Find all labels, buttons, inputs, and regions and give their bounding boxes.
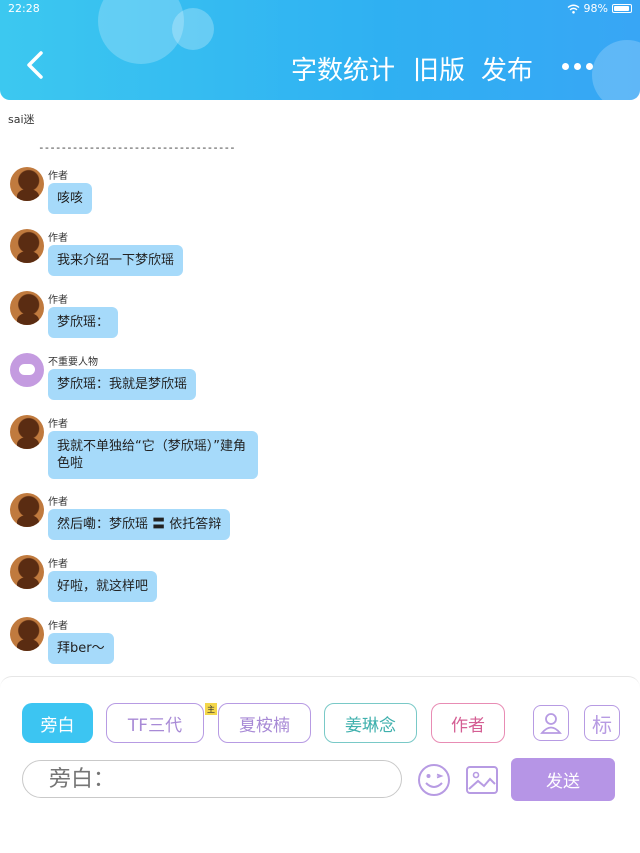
- avatar[interactable]: [10, 291, 44, 325]
- battery-icon: [612, 4, 632, 13]
- role-button-jiang[interactable]: 姜琳念: [324, 703, 417, 743]
- message-bubble[interactable]: 拜ber～: [48, 633, 114, 664]
- sender-name: 不重要人物: [48, 357, 98, 368]
- more-icon[interactable]: [562, 63, 593, 70]
- publish-button[interactable]: 发布: [481, 50, 533, 87]
- status-time: 22:28: [8, 2, 40, 15]
- status-right: 98%: [567, 2, 632, 15]
- app-root: 22:28 98% 字数统计 旧版 发布 sai迷 --------------…: [0, 0, 640, 853]
- role-button-author[interactable]: 作者: [431, 703, 505, 743]
- sender-name: 作者: [48, 559, 68, 570]
- avatar[interactable]: [10, 493, 44, 527]
- decor-bubble: [172, 8, 214, 50]
- image-icon[interactable]: [464, 762, 500, 798]
- role-button-tf[interactable]: TF三代: [106, 703, 204, 743]
- person-icon[interactable]: [533, 705, 569, 741]
- sender-name: 作者: [48, 295, 68, 306]
- message-bubble[interactable]: 然后嘞：梦欣瑶 〓 依托答辩: [48, 509, 231, 540]
- sender-name: 作者: [48, 621, 68, 632]
- message-bubble[interactable]: 梦欣瑶：我就是梦欣瑶: [48, 369, 197, 400]
- message-bubble[interactable]: 我来介绍一下梦欣瑶: [48, 245, 184, 276]
- message-bubble[interactable]: 我就不单独给“它（梦欣瑶）”建角色啦: [48, 431, 258, 479]
- sender-name: 作者: [48, 233, 68, 244]
- emoji-icon[interactable]: [416, 762, 452, 798]
- avatar[interactable]: [10, 415, 44, 449]
- header-bar: 22:28 98% 字数统计 旧版 发布: [0, 0, 640, 100]
- message-input[interactable]: [22, 760, 402, 798]
- main-character-badge: 主: [205, 703, 217, 715]
- back-icon[interactable]: [24, 50, 46, 80]
- message-bubble[interactable]: 好啦，就这样吧: [48, 571, 158, 602]
- word-count-button[interactable]: 字数统计: [291, 50, 395, 87]
- old-version-button[interactable]: 旧版: [413, 50, 465, 87]
- battery-percent: 98%: [583, 2, 608, 15]
- divider-line: -----------------------------------: [38, 141, 236, 154]
- decor-bubble: [98, 0, 184, 64]
- story-title: sai迷: [8, 113, 35, 126]
- avatar[interactable]: [10, 353, 44, 387]
- role-button-xia[interactable]: 夏桉楠: [218, 703, 311, 743]
- role-button-narration[interactable]: 旁白: [22, 703, 93, 743]
- person-icon-glyph: [540, 713, 562, 734]
- avatar[interactable]: [10, 229, 44, 263]
- send-button[interactable]: 发送: [511, 758, 615, 801]
- avatar[interactable]: [10, 167, 44, 201]
- message-bubble[interactable]: 梦欣瑶：: [48, 307, 119, 338]
- sender-name: 作者: [48, 171, 68, 182]
- message-bubble[interactable]: 咳咳: [48, 183, 93, 214]
- decor-bubble: [592, 40, 640, 100]
- tag-button[interactable]: 标: [584, 705, 620, 741]
- avatar[interactable]: [10, 617, 44, 651]
- wifi-icon: [567, 4, 579, 14]
- sender-name: 作者: [48, 497, 68, 508]
- avatar[interactable]: [10, 555, 44, 589]
- sender-name: 作者: [48, 419, 68, 430]
